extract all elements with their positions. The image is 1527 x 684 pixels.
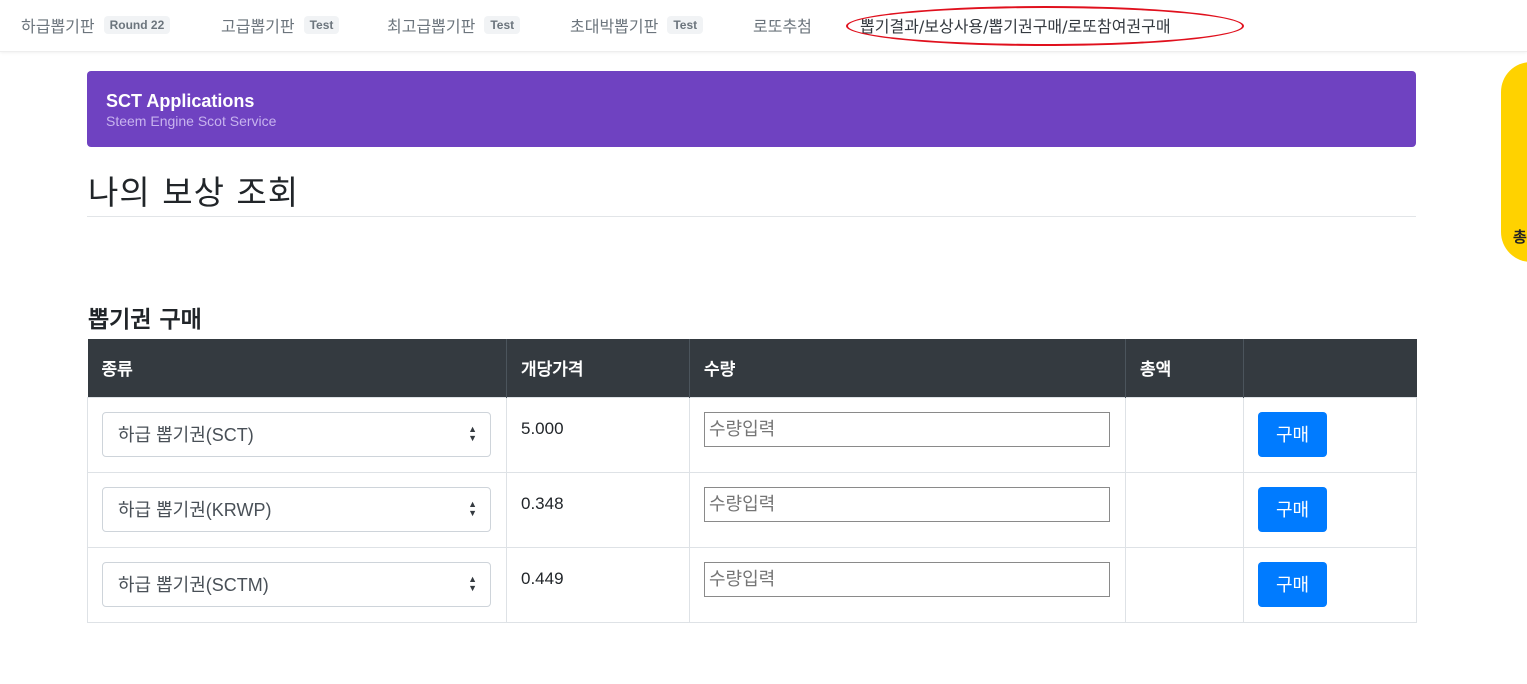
nav-item-label: 고급뽑기판	[221, 17, 295, 36]
quantity-input[interactable]	[704, 411, 1110, 447]
ticket-type-selected-value: 하급 뽑기권(SCT)	[118, 425, 254, 445]
buy-button[interactable]: 구매	[1258, 411, 1327, 457]
app-title: SCT Applications	[106, 91, 255, 111]
ticket-purchase-table: 종류 개당가격 수량 총액 하급 뽑기권(SCT) ▲ ▼ 5.000 수량입력…	[87, 339, 1417, 623]
select-updown-arrow-icon: ▲ ▼	[468, 423, 477, 443]
column-header-action	[1243, 339, 1417, 397]
quantity-input[interactable]	[704, 561, 1110, 597]
section-title: 뽑기권 구매	[88, 307, 202, 333]
column-header-total: 총액	[1125, 339, 1244, 397]
quantity-cell	[689, 471, 1126, 548]
action-cell: 구매	[1243, 471, 1417, 548]
select-updown-arrow-icon: ▲ ▼	[468, 573, 477, 593]
buy-button[interactable]: 구매	[1258, 561, 1327, 607]
quantity-cell	[689, 546, 1126, 623]
nav-item-jackpot-board[interactable]: 초대박뽑기판 Test	[570, 0, 704, 50]
column-header-unit-price: 개당가격	[506, 339, 690, 397]
top-navigation: 하급뽑기판 Round 22 고급뽑기판 Test 최고급뽑기판 Test 초대…	[0, 0, 1527, 52]
total-cell	[1125, 471, 1244, 548]
column-header-type: 종류	[87, 339, 507, 397]
quantity-cell	[689, 396, 1126, 473]
ticket-type-selected-value: 하급 뽑기권(SCTM)	[118, 575, 269, 595]
ticket-type-selected-value: 하급 뽑기권(KRWP)	[118, 500, 272, 520]
ticket-purchase-table-wrapper: 종류 개당가격 수량 총액 하급 뽑기권(SCT) ▲ ▼ 5.000 수량입력…	[87, 339, 1417, 623]
nav-item-label: 최고급뽑기판	[387, 17, 476, 36]
nav-item-label: 뽑기결과/보상사용/뽑기권구매/로또참여권구매	[860, 17, 1171, 36]
test-badge: Test	[667, 16, 704, 34]
ticket-type-select[interactable]: 하급 뽑기권(SCT) ▲ ▼	[102, 411, 491, 457]
action-cell: 구매	[1243, 546, 1417, 623]
nav-item-label: 하급뽑기판	[21, 17, 95, 36]
unit-price-cell: 0.449	[506, 546, 690, 623]
table-header-row: 종류 개당가격 수량 총액	[87, 339, 1417, 397]
type-cell: 하급 뽑기권(SCT) ▲ ▼	[87, 396, 507, 473]
page-title: 나의 보상 조회	[88, 173, 300, 212]
app-header-banner: SCT Applications Steem Engine Scot Servi…	[87, 71, 1416, 147]
ticket-type-select[interactable]: 하급 뽑기권(SCTM) ▲ ▼	[102, 561, 491, 607]
unit-price-cell: 5.000	[506, 396, 690, 473]
quantity-input[interactable]	[704, 486, 1110, 522]
nav-item-label: 초대박뽑기판	[570, 17, 659, 36]
type-cell: 하급 뽑기권(KRWP) ▲ ▼	[87, 471, 507, 548]
test-badge: Test	[484, 16, 521, 34]
total-cell	[1125, 546, 1244, 623]
test-badge: Test	[303, 16, 340, 34]
buy-button[interactable]: 구매	[1258, 486, 1327, 532]
table-row: 하급 뽑기권(KRWP) ▲▼ 0.348 구매	[87, 471, 1417, 548]
round-badge: Round 22	[103, 16, 171, 34]
nav-item-basic-board[interactable]: 하급뽑기판 Round 22	[21, 0, 171, 50]
nav-item-premium-board[interactable]: 최고급뽑기판 Test	[387, 0, 521, 50]
nav-item-lotto-draw[interactable]: 로또추첨	[753, 0, 812, 50]
nav-item-results-rewards-tickets[interactable]: 뽑기결과/보상사용/뽑기권구매/로또참여권구매	[860, 0, 1171, 50]
action-cell: 구매	[1243, 396, 1417, 473]
nav-item-label: 로또추첨	[753, 17, 812, 36]
total-cell	[1125, 396, 1244, 473]
table-row: 하급 뽑기권(SCTM) ▲▼ 0.449 구매	[87, 546, 1417, 623]
title-divider	[87, 216, 1416, 217]
column-header-quantity: 수량	[689, 339, 1126, 397]
unit-price-cell: 0.348	[506, 471, 690, 548]
select-updown-arrow-icon: ▲ ▼	[468, 498, 477, 518]
app-subtitle: Steem Engine Scot Service	[106, 113, 277, 129]
ticket-type-select[interactable]: 하급 뽑기권(KRWP) ▲ ▼	[102, 486, 491, 532]
nav-item-advanced-board[interactable]: 고급뽑기판 Test	[221, 0, 340, 50]
side-panel-tab-label: 총	[1513, 228, 1527, 246]
type-cell: 하급 뽑기권(SCTM) ▲ ▼	[87, 546, 507, 623]
table-row: 하급 뽑기권(SCT) ▲▼ 5.000 구매	[87, 396, 1417, 473]
